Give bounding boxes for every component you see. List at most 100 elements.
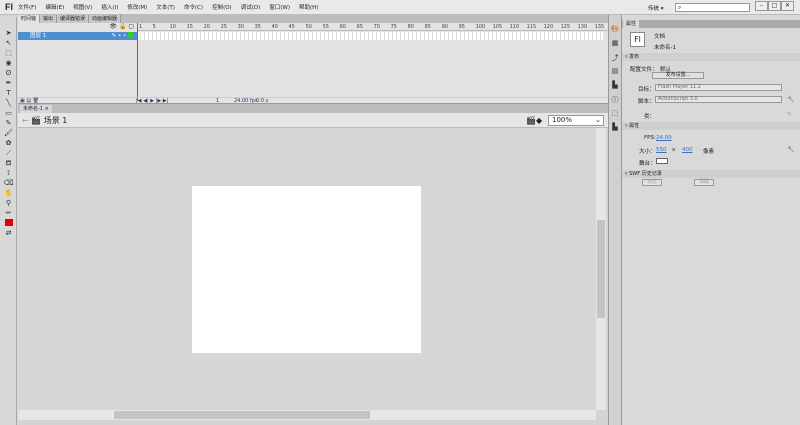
menu-item[interactable]: 控制(O) <box>212 3 232 11</box>
scroll-thumb[interactable] <box>597 220 605 318</box>
target-select[interactable]: Flash Player 11.2 <box>655 84 782 91</box>
back-arrow-icon[interactable]: ← <box>22 116 31 125</box>
breadcrumb: ← 🎬 场景 1 <box>22 115 67 126</box>
subselection-tool-icon[interactable]: ↖ <box>3 39 14 48</box>
frame-tick: 120 <box>543 24 554 30</box>
frame-tick: 90 <box>441 24 448 30</box>
properties-panel: 属性 Fl 文档 未命名-1 ▿ 发布 配置文件： 默认 发布设置... 目标：… <box>622 15 800 425</box>
frame-tick: 20 <box>203 24 210 30</box>
scroll-thumb[interactable] <box>114 411 370 419</box>
menu-item[interactable]: 修改(M) <box>127 3 147 11</box>
scene-name[interactable]: 场景 1 <box>44 116 68 125</box>
paint-bucket-icon[interactable]: ⛾ <box>3 159 14 168</box>
fps-value[interactable]: 24.00 <box>656 135 672 141</box>
stage-color-swatch[interactable] <box>656 158 668 164</box>
horizontal-scrollbar[interactable] <box>18 410 596 420</box>
menu-item[interactable]: 帮助(H) <box>299 3 318 11</box>
pencil-icon[interactable]: ✎ <box>3 119 14 128</box>
layer-row[interactable]: 图层 1 ✎ • • <box>18 32 137 40</box>
menu-item[interactable]: 调试(D) <box>241 3 261 11</box>
components-icon[interactable]: ▙ <box>610 81 620 90</box>
timeline-tab[interactable]: 输出 <box>40 15 58 23</box>
minimize-button[interactable]: – <box>755 1 768 11</box>
bone-icon[interactable]: ⟋ <box>3 149 14 158</box>
playhead[interactable] <box>137 23 138 101</box>
menu-item[interactable]: 文件(F) <box>18 3 36 11</box>
attributes-section[interactable]: ▿ 属性 <box>622 122 800 130</box>
transform-icon[interactable]: ⬚ <box>610 109 620 118</box>
section-title: 属性 <box>629 123 640 129</box>
menu-item[interactable]: 编辑(E) <box>45 3 64 11</box>
height-value[interactable]: 400 <box>682 147 693 153</box>
clear-button[interactable]: 清除 <box>694 179 714 186</box>
pasteboard[interactable] <box>18 128 596 410</box>
edit-document-icon[interactable]: 🔧 <box>787 146 794 153</box>
menu-item[interactable]: 文本(T) <box>156 3 175 11</box>
zoom-tool-icon[interactable]: ⚲ <box>3 199 14 208</box>
wrench-icon[interactable]: 🔧 <box>787 96 794 103</box>
edit-symbol-icon[interactable]: 🎬◆ <box>526 116 542 125</box>
align-icon[interactable]: ▙ <box>610 123 620 132</box>
frame-tick: 60 <box>339 24 346 30</box>
motion-presets-icon[interactable]: ⤴ <box>610 53 620 62</box>
rectangle-tool-icon[interactable]: ▭ <box>3 109 14 118</box>
timeline-tab[interactable]: 编译器错误 <box>57 15 90 23</box>
properties-tab[interactable]: 属性 <box>623 20 640 28</box>
swf-history-section[interactable]: ▿ SWF 历史记录 <box>622 170 800 178</box>
close-button[interactable]: ✕ <box>781 1 794 11</box>
pencil-icon[interactable]: ✎ <box>787 111 792 118</box>
frame-tick: 80 <box>407 24 414 30</box>
swatches-icon[interactable]: ▦ <box>610 39 620 48</box>
menu-item[interactable]: 命令(C) <box>184 3 203 11</box>
vertical-scrollbar[interactable] <box>596 128 606 410</box>
script-select[interactable]: ActionScript 3.0 <box>655 96 782 103</box>
document-tab[interactable]: 未命名-1 × <box>20 105 52 113</box>
lasso-icon[interactable]: ʘ <box>3 69 14 78</box>
frame-tick: 1 <box>139 24 143 30</box>
hand-icon[interactable]: ✋ <box>3 189 14 198</box>
color-panel-icon[interactable]: 🎨 <box>610 25 620 34</box>
menu-item[interactable]: 窗口(W) <box>269 3 290 11</box>
tools-panel: ➤ ↖ ⬚ ◉ ʘ ✒ T ╲ ▭ ✎ 🖌 ✿ ⟋ ⛾ ⟟ ⌫ ✋ ⚲ ✏ ⇄ <box>0 17 17 425</box>
brush-icon[interactable]: 🖌 <box>3 129 14 138</box>
publish-settings-button[interactable]: 发布设置... <box>652 72 704 79</box>
panel-tabs: 属性 <box>622 20 800 28</box>
size-label: 大小： <box>639 149 656 155</box>
fill-color-swatch[interactable] <box>3 219 14 228</box>
info-icon[interactable]: ⓘ <box>610 95 620 104</box>
swap-colors-icon[interactable]: ⇄ <box>3 229 14 238</box>
timeline-footer: ▣ ▤ 🗑 |◀ ◀| ▶ |▶ ▶| 1 24.00 fps 0.0 s <box>18 97 608 104</box>
deco-icon[interactable]: ✿ <box>3 139 14 148</box>
stage[interactable] <box>192 186 421 353</box>
frame-ruler[interactable]: 1 5 10 15 20 25 30 35 40 45 50 55 60 65 70 75 80 85 90 95 10… <box>137 23 608 31</box>
fps-label: FPS: <box>644 135 656 141</box>
size-separator: x <box>672 147 676 153</box>
pen-icon[interactable]: ✒ <box>3 79 14 88</box>
text-tool-icon[interactable]: T <box>3 89 14 98</box>
3d-rotation-icon[interactable]: ◉ <box>3 59 14 68</box>
frame-tick: 75 <box>390 24 397 30</box>
line-tool-icon[interactable]: ╲ <box>3 99 14 108</box>
frame-tick: 55 <box>322 24 329 30</box>
zoom-select[interactable]: 100% ⌄ <box>548 115 604 126</box>
eyedropper-icon[interactable]: ⟟ <box>3 169 14 178</box>
frame-cells[interactable] <box>137 32 603 40</box>
frame-tick: 15 <box>186 24 193 30</box>
selection-tool-icon[interactable]: ➤ <box>3 29 14 38</box>
library-icon[interactable]: ▤ <box>610 67 620 76</box>
publish-section[interactable]: ▿ 发布 <box>622 53 800 61</box>
free-transform-icon[interactable]: ⬚ <box>3 49 14 58</box>
frame-tick: 65 <box>356 24 363 30</box>
width-value[interactable]: 550 <box>656 147 667 153</box>
menu-item[interactable]: 插入(I) <box>101 3 118 11</box>
frame-tick: 135 <box>594 24 605 30</box>
search-input[interactable]: ⌕ <box>675 3 750 12</box>
timeline-tab[interactable]: 动画编辑器 <box>89 15 122 23</box>
log-button[interactable]: 日志 <box>642 179 662 186</box>
stroke-color-icon[interactable]: ✏ <box>3 209 14 218</box>
timeline-tab[interactable]: 时间轴 <box>18 15 41 23</box>
eraser-icon[interactable]: ⌫ <box>3 179 14 188</box>
workspace-switcher[interactable]: 传统 ▾ <box>648 4 664 12</box>
maximize-button[interactable]: □ <box>768 1 781 11</box>
menu-item[interactable]: 视图(V) <box>73 3 92 11</box>
